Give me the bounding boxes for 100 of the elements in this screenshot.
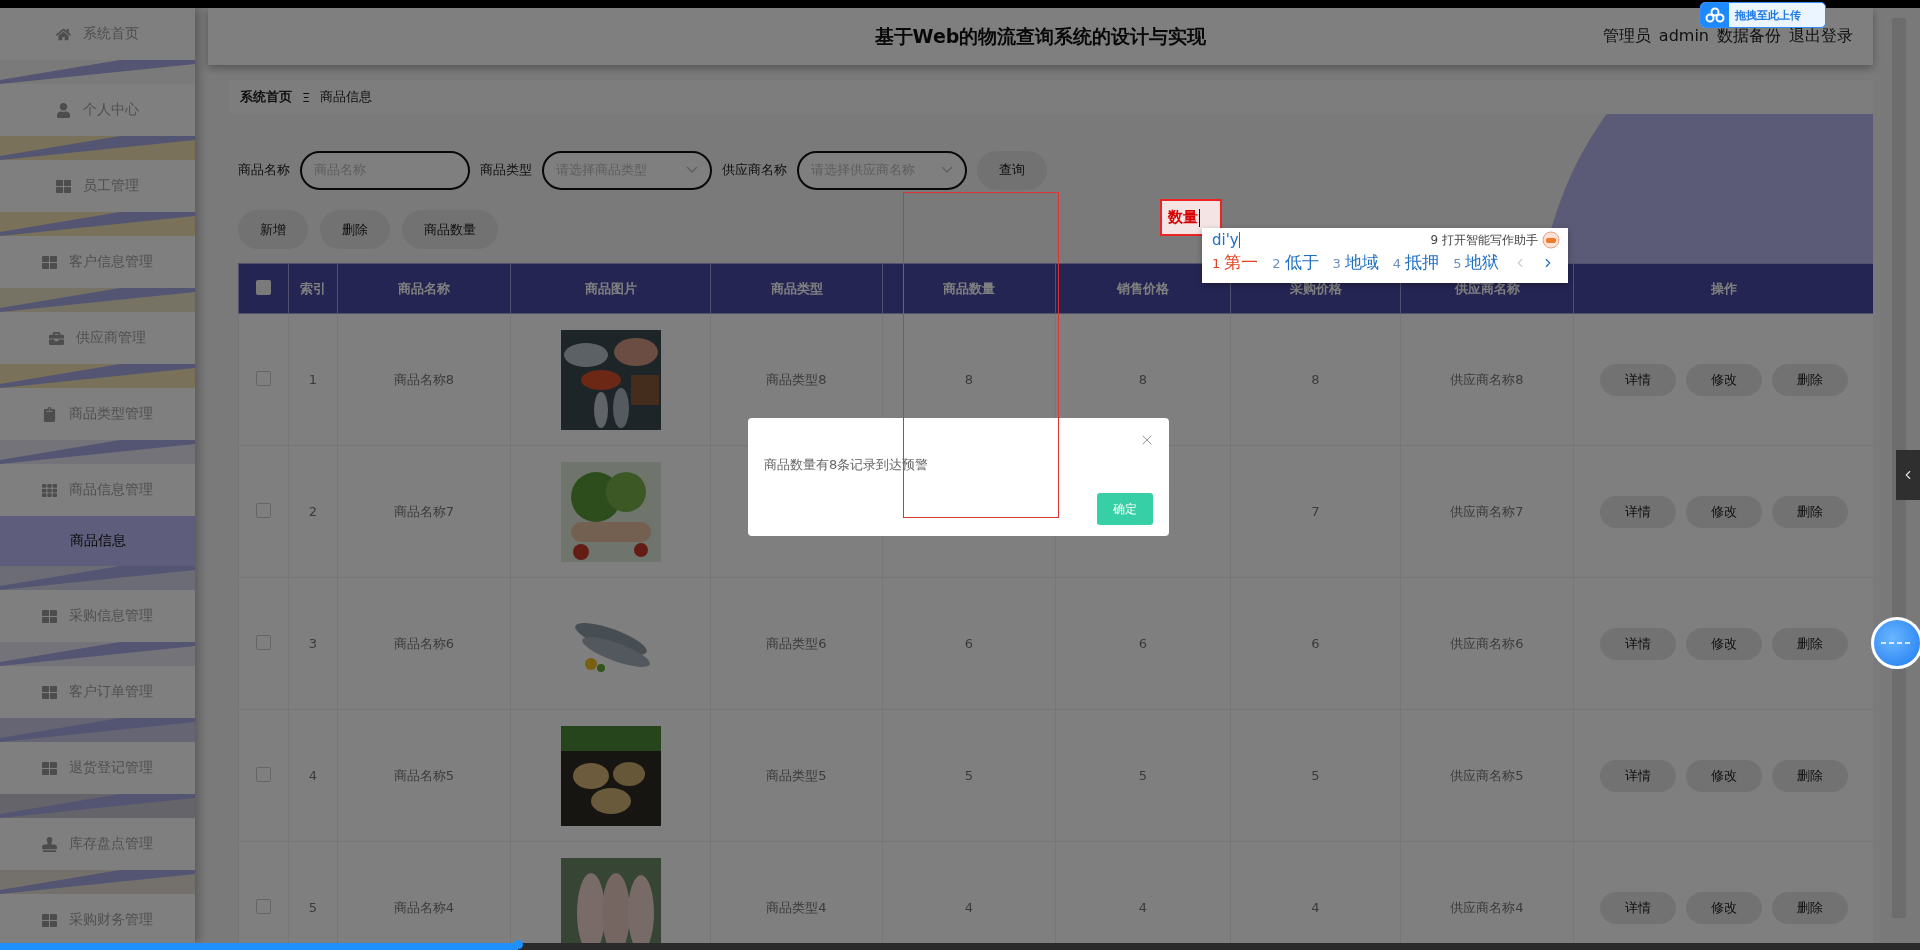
ime-composition: 数量 <box>1160 199 1222 236</box>
select-all-checkbox[interactable] <box>256 279 271 295</box>
table-cell: 商品类型8 <box>766 371 827 387</box>
table-cell: 6 <box>1138 636 1148 651</box>
row-action-button[interactable]: 详情 <box>1599 891 1676 924</box>
table-cell: 6 <box>964 636 974 651</box>
briefcase-icon <box>49 330 64 346</box>
grid-icon <box>42 608 57 624</box>
home-icon <box>56 26 71 42</box>
assistant-link[interactable]: 9 打开智能写作助手 <box>1430 231 1538 249</box>
table-cell: 5 <box>964 768 974 783</box>
row-action-button[interactable]: 删除 <box>1771 363 1848 396</box>
row-checkbox[interactable] <box>256 898 271 914</box>
table-cell: 商品类型6 <box>766 635 827 651</box>
row-action-button[interactable]: 详情 <box>1599 627 1676 660</box>
row-action-button[interactable]: 详情 <box>1599 495 1676 528</box>
row-action-button[interactable]: 详情 <box>1599 759 1676 792</box>
scrollbar-thumb[interactable] <box>1892 18 1906 918</box>
row-action-button[interactable]: 删除 <box>1771 627 1848 660</box>
table-cell: 商品类型5 <box>766 767 827 783</box>
row-action-button[interactable]: 修改 <box>1685 891 1762 924</box>
table-cell: 供应商名称4 <box>1450 899 1524 915</box>
progress-bar[interactable] <box>0 943 1920 950</box>
table-cell: 商品名称8 <box>393 371 455 387</box>
row-checkbox[interactable] <box>256 766 271 782</box>
table-cell: 2 <box>308 504 318 519</box>
table-cell: 1 <box>308 372 318 387</box>
breadcrumb-link[interactable]: 系统首页 <box>240 88 292 106</box>
search-button[interactable]: 查询 <box>977 150 1047 190</box>
row-action-button[interactable]: 删除 <box>1771 759 1848 792</box>
upload-widget[interactable]: 拖拽至此上传 <box>1700 2 1826 28</box>
grid-icon <box>42 760 57 776</box>
table-cell: 6 <box>1311 636 1320 651</box>
grid-icon <box>42 482 57 498</box>
field-label: 商品类型 <box>480 161 532 179</box>
table-cell: 供应商名称5 <box>1450 767 1524 783</box>
table-cell: 商品类型4 <box>766 899 827 915</box>
ime-candidate[interactable]: 5 地狱 <box>1453 251 1500 274</box>
table-cell: 4 <box>1311 900 1320 915</box>
grid-icon <box>56 178 71 194</box>
action-button[interactable]: 新增 <box>238 210 308 249</box>
ime-candidate[interactable]: 1 第一 <box>1212 251 1259 274</box>
ime-candidate[interactable]: 3 地域 <box>1332 251 1379 274</box>
mascot-icon <box>1542 231 1560 249</box>
row-action-button[interactable]: 删除 <box>1771 495 1848 528</box>
ime-candidate[interactable]: 2 低于 <box>1272 251 1319 274</box>
header-link[interactable]: 退出登录 <box>1789 26 1853 47</box>
app-title: 基于Web的物流查询系统的设计与实现 <box>874 23 1207 49</box>
grid-icon <box>42 684 57 700</box>
table-cell: 8 <box>964 372 974 387</box>
column-header: 商品类型 <box>770 280 823 296</box>
grid-icon <box>42 912 57 928</box>
row-action-button[interactable]: 修改 <box>1685 495 1762 528</box>
table-cell: 8 <box>1311 372 1320 387</box>
table-cell: 5 <box>308 900 318 915</box>
table-cell: 供应商名称8 <box>1450 371 1524 387</box>
table-cell: 商品名称7 <box>393 503 455 519</box>
row-action-button[interactable]: 删除 <box>1771 891 1848 924</box>
stamp-icon <box>42 836 57 852</box>
column-header: 操作 <box>1710 280 1737 296</box>
table-cell: 商品名称6 <box>393 635 455 651</box>
table-cell: 供应商名称7 <box>1450 503 1524 519</box>
row-checkbox[interactable] <box>256 634 271 650</box>
field-label: 供应商名称 <box>722 161 787 179</box>
header-link[interactable]: 数据备份 <box>1717 26 1781 47</box>
action-button[interactable]: 删除 <box>320 210 390 249</box>
column-header: 供应商名称 <box>1454 280 1520 296</box>
row-checkbox[interactable] <box>256 370 271 386</box>
username: admin <box>1658 26 1709 47</box>
table-cell: 供应商名称6 <box>1450 635 1524 651</box>
breadcrumb-separator: Ξ <box>302 89 311 105</box>
table-cell: 商品名称5 <box>393 767 455 783</box>
table-cell: 7 <box>1311 504 1320 519</box>
table-cell: 4 <box>308 768 318 783</box>
column-header: 商品图片 <box>584 280 637 296</box>
action-button[interactable]: 商品数量 <box>402 210 498 249</box>
table-cell: 4 <box>1138 900 1148 915</box>
clipboard-icon <box>42 406 57 422</box>
grid-icon <box>42 254 57 270</box>
row-action-button[interactable]: 修改 <box>1685 627 1762 660</box>
user-icon <box>56 102 71 118</box>
ime-candidate[interactable]: 4 抵押 <box>1392 251 1440 274</box>
progress-handle[interactable] <box>514 940 524 949</box>
chevron-down-icon <box>941 166 953 174</box>
table-cell: 5 <box>1138 768 1148 783</box>
field-label: 商品名称 <box>238 161 290 179</box>
row-checkbox[interactable] <box>256 502 271 518</box>
row-action-button[interactable]: 详情 <box>1599 363 1676 396</box>
breadcrumb-item: 商品信息 <box>320 88 373 106</box>
column-header: 商品数量 <box>943 280 995 296</box>
user-role: 管理员 <box>1602 26 1651 47</box>
table-cell: 4 <box>964 900 974 915</box>
table-cell: 8 <box>1138 372 1148 387</box>
row-action-button[interactable]: 修改 <box>1685 363 1762 396</box>
table-cell: 3 <box>308 636 318 651</box>
sidebar-subitem[interactable]: 商品信息 <box>0 516 195 566</box>
table-cell: 商品名称4 <box>393 899 455 915</box>
column-header: 商品名称 <box>398 280 450 296</box>
row-action-button[interactable]: 修改 <box>1685 759 1762 792</box>
chevron-down-icon <box>686 166 698 174</box>
